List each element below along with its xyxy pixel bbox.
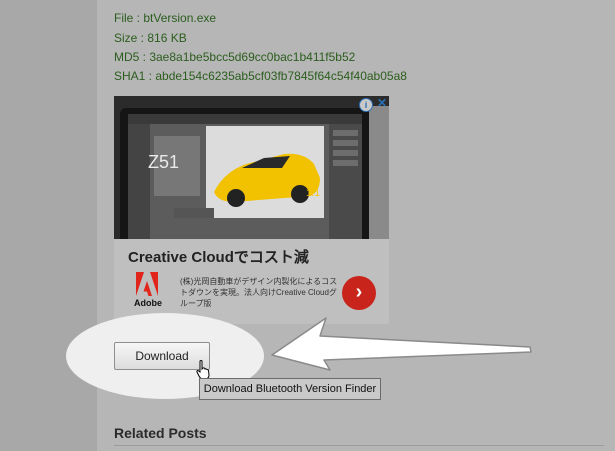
file-md5: MD5 : 3ae8a1be5bcc5d69cc0bac1b411f5b52 [114,50,356,64]
adobe-logo-text: Adobe [134,298,162,308]
divider [114,445,604,446]
ad-headline[interactable]: Creative Cloudでコスト減 [128,246,309,267]
ad-photo-small-number: 1.1 [306,188,320,199]
ad-photo-big-number: Z51 [148,152,179,172]
file-size: Size : 816 KB [114,31,187,45]
ad-photo[interactable]: Z51 1.1 i ✕ [114,96,389,239]
pointer-arrow-icon [271,317,532,371]
adobe-icon [136,272,158,296]
file-name: File : btVersion.exe [114,11,217,25]
hand-cursor-icon [196,360,210,380]
related-posts-heading: Related Posts [114,425,207,441]
ad-photo-art: Z51 1.1 [114,96,389,239]
page-gutter [0,0,97,451]
ad-info-icon[interactable]: i [359,98,373,112]
adobe-logo[interactable]: Adobe [128,272,168,312]
advertisement[interactable]: Z51 1.1 i ✕ Creative Cloudでコスト減 Adobe (株… [114,96,389,324]
download-tooltip: Download Bluetooth Version Finder [199,378,381,400]
ad-close-icon[interactable]: ✕ [377,96,387,110]
file-sha1: SHA1 : abde154c6235ab5cf03fb7845f64c54f4… [114,69,407,83]
